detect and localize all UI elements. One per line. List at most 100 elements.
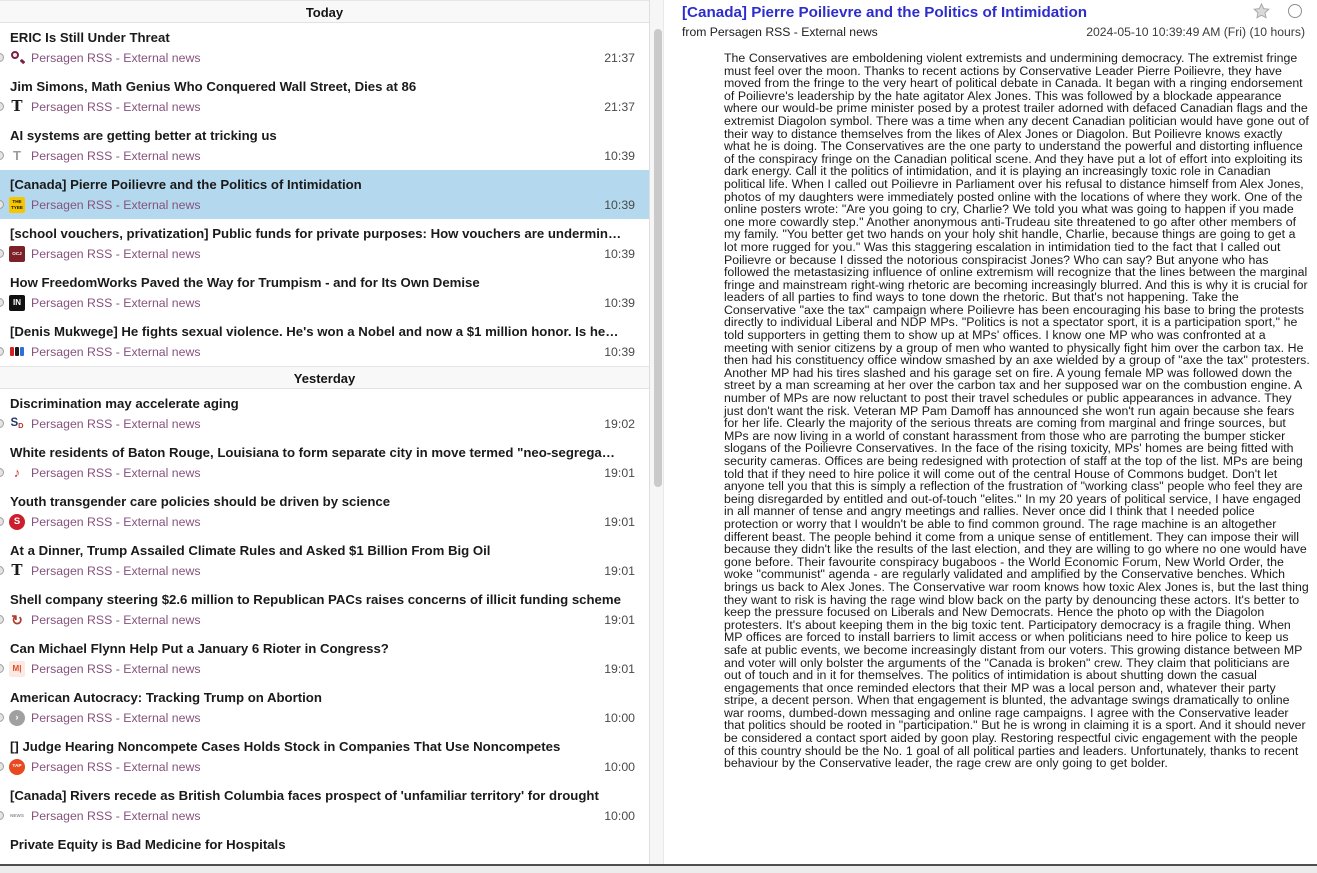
item-source: Persagen RSS - External news [31,759,201,774]
item-title: Discrimination may accelerate aging [10,396,239,411]
motherjones-favicon: M| [9,660,25,677]
read-state-icon [0,517,4,526]
item-time: 10:00 [604,808,635,823]
read-state-icon [0,811,4,820]
read-state-icon [0,566,4,575]
intercept-favicon: IN [9,294,25,311]
nytimes-favicon: T [11,98,23,115]
item-title: ERIC Is Still Under Threat [10,30,170,45]
item-time: 19:01 [604,661,635,676]
list-item[interactable]: Can Michael Flynn Help Put a January 6 R… [0,634,649,683]
read-state-icon [0,151,4,160]
item-source: Persagen RSS - External news [31,612,201,627]
item-title: [school vouchers, privatization] Public … [10,226,622,241]
item-title: [] Judge Hearing Noncompete Cases Holds … [10,739,561,754]
letter-t-favicon: T [13,148,21,163]
item-time: 10:39 [604,148,635,163]
news-favicon: NEWS [9,807,25,824]
list-item[interactable]: [] Judge Hearing Noncompete Cases Holds … [0,732,649,781]
read-state-icon [0,615,4,624]
read-state-icon [0,298,4,307]
item-source: Persagen RSS - External news [31,344,201,359]
item-time: 21:37 [604,99,635,114]
read-state-icon [0,102,4,111]
read-state-icon [0,468,4,477]
scrollbar-thumb[interactable] [654,29,662,487]
note-glyph-favicon: ♪ [13,465,21,480]
item-time: 21:37 [604,50,635,65]
item-list-pane: Today ERIC Is Still Under Threat Persagen … [0,0,649,864]
list-item[interactable]: Shell company steering $2.6 million to R… [0,585,649,634]
article-body: The Conservatives are emboldening violen… [724,51,1310,771]
group-header: Yesterday [0,366,649,389]
article-date: 2024-05-10 10:39:49 AM (Fri) (10 hours) [1086,25,1305,39]
list-item[interactable]: Jim Simons, Math Genius Who Conquered Wa… [0,72,649,121]
magnifier-favicon [9,50,25,66]
item-time: 19:01 [604,612,635,627]
read-toggle-circle-icon[interactable] [1286,3,1303,19]
list-item[interactable]: [Canada] Pierre Poilievre and the Politi… [0,170,649,219]
article-source: from Persagen RSS - External news [682,25,878,39]
read-state-icon [0,200,4,209]
tyee-favicon: THE TYEE [9,196,25,213]
play-circle-favicon: › [9,709,25,726]
list-item[interactable]: How FreedomWorks Paved the Way for Trump… [0,268,649,317]
list-item[interactable]: [Denis Mukwege] He fights sexual violenc… [0,317,649,366]
item-source: Persagen RSS - External news [31,416,201,431]
item-source: Persagen RSS - External news [31,295,201,310]
item-source: Persagen RSS - External news [31,514,201,529]
read-state-icon [0,664,4,673]
item-time: 10:39 [604,197,635,212]
list-item[interactable]: ERIC Is Still Under Threat Persagen RSS -… [0,23,649,72]
item-title: White residents of Baton Rouge, Louisian… [10,445,615,460]
sbm-favicon: S [9,513,25,530]
item-time: 19:01 [604,563,635,578]
item-title: Can Michael Flynn Help Put a January 6 R… [10,641,389,656]
item-title: [Canada] Pierre Poilievre and the Politi… [10,177,362,192]
item-source: Persagen RSS - External news [31,563,201,578]
item-source: Persagen RSS - External news [31,197,201,212]
nytimes-favicon: T [11,562,23,579]
item-title: Private Equity is Bad Medicine for Hospi… [10,837,286,852]
item-title: At a Dinner, Trump Assailed Climate Rule… [10,543,491,558]
npr-favicon [9,344,25,360]
item-source: Persagen RSS - External news [31,50,201,65]
item-list-scrollbar[interactable] [649,0,664,864]
item-time: 19:02 [604,416,635,431]
list-item[interactable]: Youth transgender care policies should b… [0,487,649,536]
flag-star-icon[interactable] [1253,3,1270,19]
horizontal-scrollbar[interactable] [0,864,1317,873]
item-time: 10:39 [604,246,635,261]
item-title: [Denis Mukwege] He fights sexual violenc… [10,324,619,339]
group-header: Today [0,0,649,23]
read-state-icon [0,419,4,428]
item-source: Persagen RSS - External news [31,246,201,261]
opensecrets-favicon: ↻ [11,611,23,628]
read-state-icon [0,53,4,62]
list-item[interactable]: [school vouchers, privatization] Public … [0,219,649,268]
item-time: 10:39 [604,344,635,359]
list-item[interactable]: American Autocracy: Tracking Trump on Ab… [0,683,649,732]
item-list[interactable]: Today ERIC Is Still Under Threat Persagen … [0,0,649,864]
item-time: 19:01 [604,465,635,480]
list-item[interactable]: AI systems are getting better at trickin… [0,121,649,170]
item-title: Shell company steering $2.6 million to R… [10,592,621,607]
item-title: Youth transgender care policies should b… [10,494,391,509]
list-item[interactable]: Discrimination may accelerate aging S D Per… [0,389,649,438]
item-title: [Canada] Rivers recede as British Columb… [10,788,599,803]
item-title: Jim Simons, Math Genius Who Conquered Wa… [10,79,417,94]
tap-favicon: TAP [9,758,25,775]
item-title: AI systems are getting better at trickin… [10,128,277,143]
item-source: Persagen RSS - External news [31,148,201,163]
read-state-icon [0,347,4,356]
item-time: 19:01 [604,514,635,529]
item-source: Persagen RSS - External news [31,99,201,114]
item-time: 10:00 [604,710,635,725]
list-item[interactable]: Private Equity is Bad Medicine for Hospi… [0,830,649,864]
item-source: Persagen RSS - External news [31,661,201,676]
list-item[interactable]: White residents of Baton Rouge, Louisian… [0,438,649,487]
article-title[interactable]: [Canada] Pierre Poilievre and the Politi… [682,3,1305,22]
item-source: Persagen RSS - External news [31,465,201,480]
list-item[interactable]: At a Dinner, Trump Assailed Climate Rule… [0,536,649,585]
list-item[interactable]: [Canada] Rivers recede as British Columb… [0,781,649,830]
